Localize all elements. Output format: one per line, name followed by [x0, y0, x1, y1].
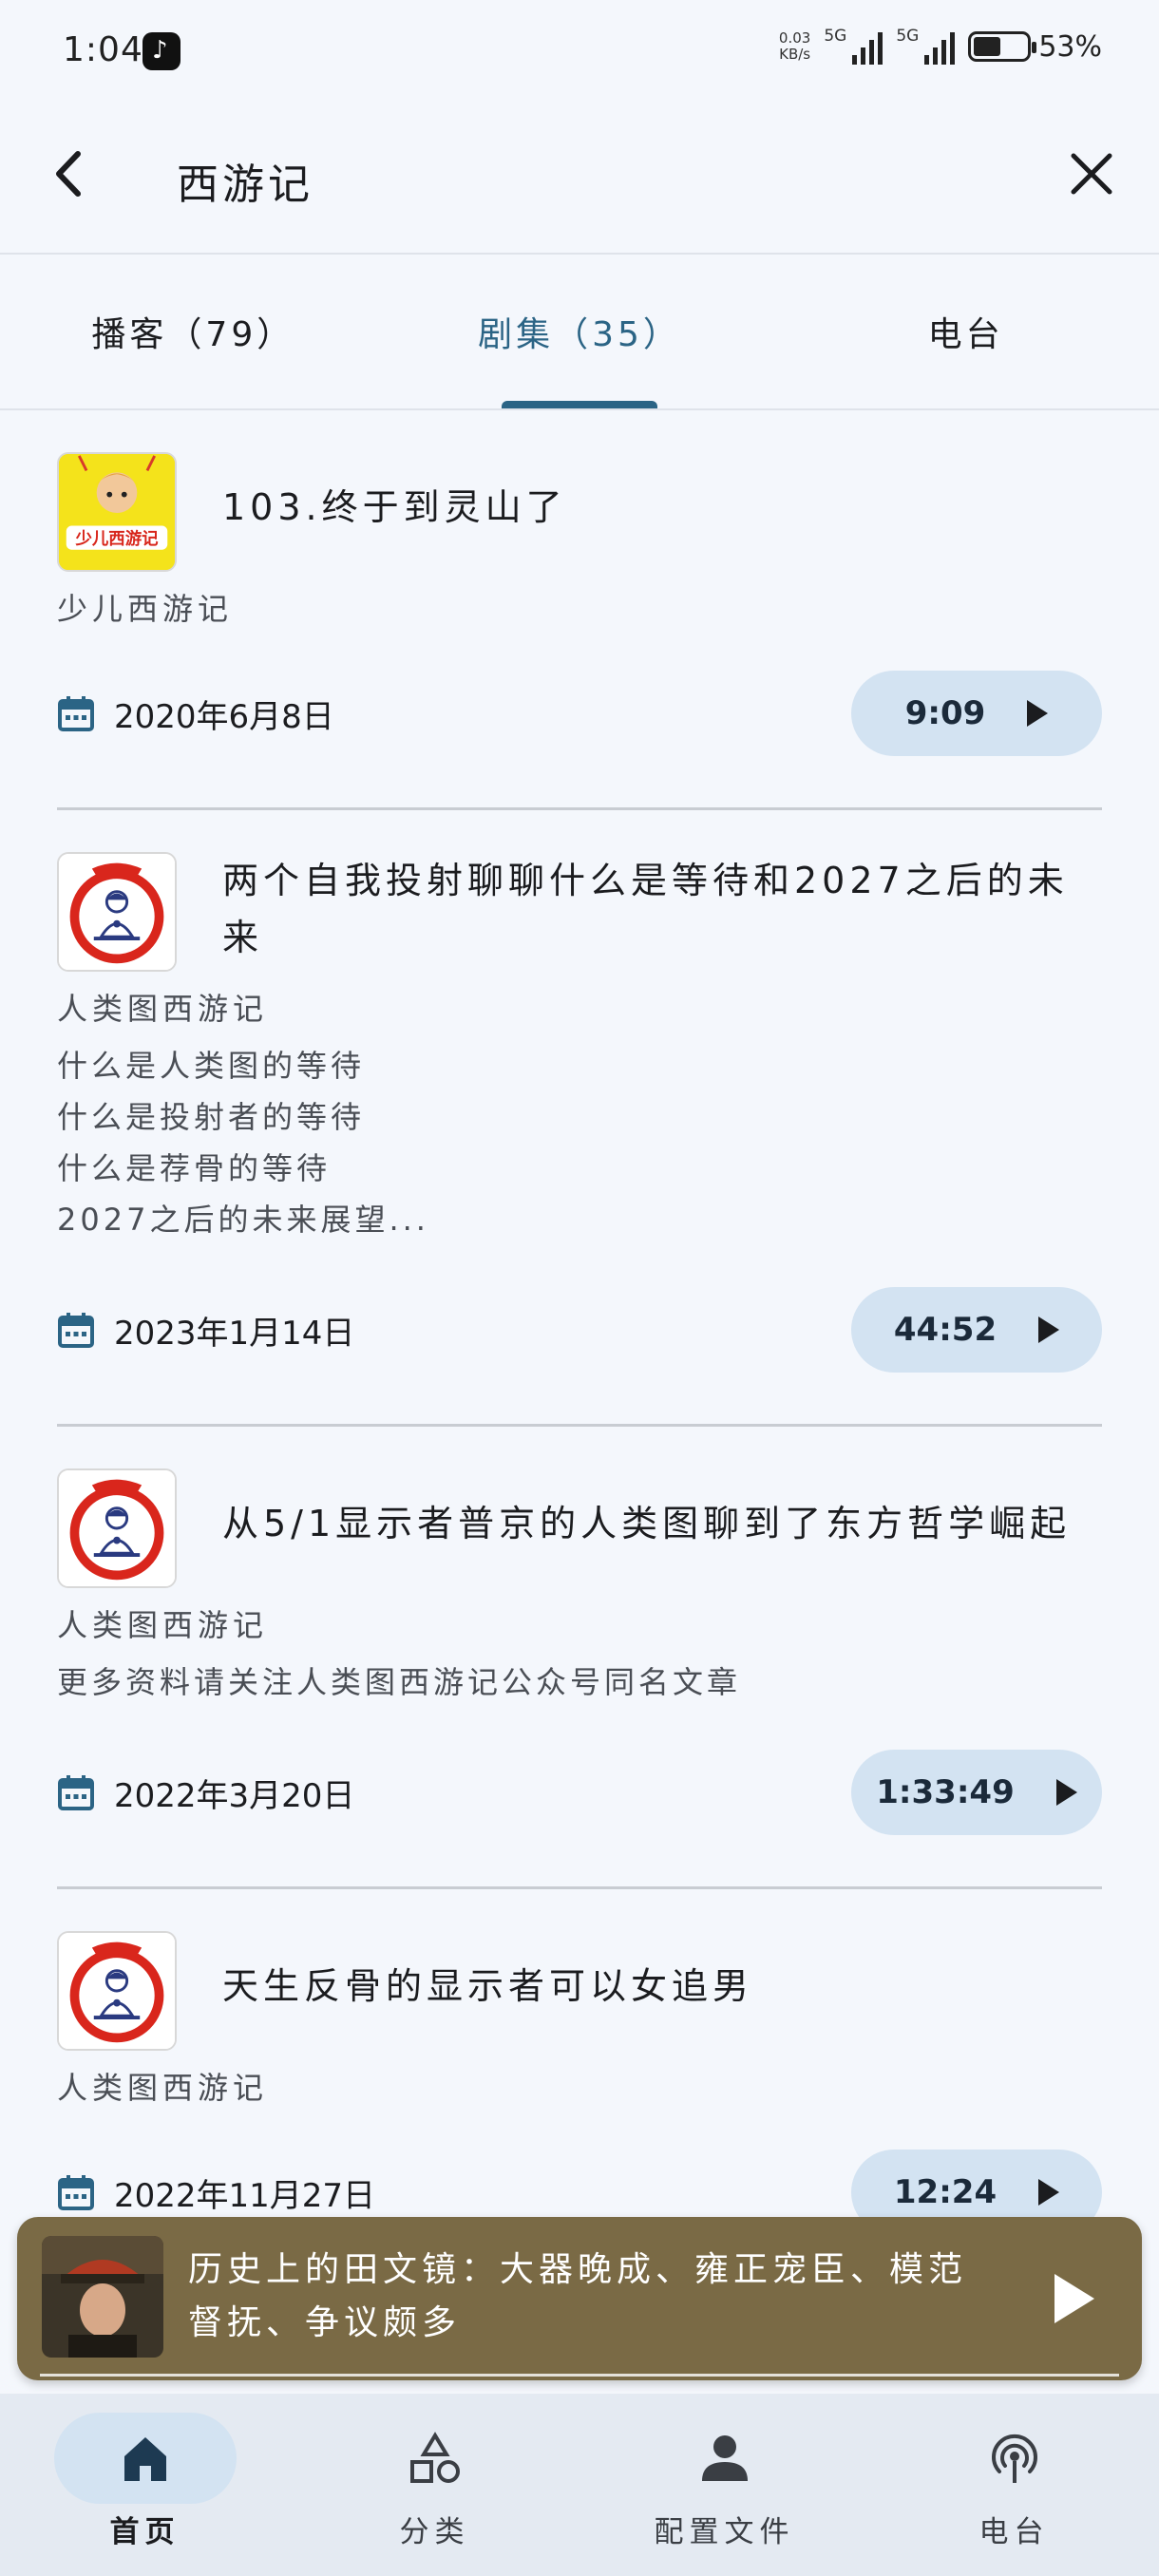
calendar-icon: [58, 696, 94, 731]
episode-item[interactable]: 两个自我投射聊聊什么是等待和2027之后的未来 人类图西游记 什么是人类图的等待…: [57, 810, 1102, 1427]
episode-date: 2022年11月27日: [57, 2169, 375, 2216]
podcast-name: 人类图西游记: [57, 991, 269, 1027]
nav-categories[interactable]: 分类: [290, 2394, 580, 2576]
playback-progress-bar: [40, 2374, 1119, 2377]
tab-episodes[interactable]: 剧集（35）: [387, 255, 773, 408]
episode-description: 什么是人类图的等待 什么是投射者的等待 什么是荐骨的等待 2027之后的未来展望…: [57, 1048, 429, 1238]
signal-icon: 5G: [824, 27, 884, 65]
play-icon: [1038, 2179, 1060, 2206]
play-episode-button[interactable]: 1:33:49: [851, 1750, 1102, 1835]
mini-play-button[interactable]: [1041, 2268, 1102, 2329]
svg-text:少儿西游记: 少儿西游记: [74, 529, 159, 549]
close-icon: [1071, 153, 1112, 195]
close-button[interactable]: [1058, 141, 1125, 207]
episode-duration: 12:24: [893, 2173, 998, 2211]
calendar-icon: [58, 2175, 94, 2210]
status-time: 1:04: [63, 30, 143, 69]
play-episode-button[interactable]: 44:52: [851, 1287, 1102, 1373]
home-icon: [124, 2437, 166, 2481]
episode-title: 天生反骨的显示者可以女追男: [222, 1965, 754, 2007]
episode-description: 更多资料请关注人类图西游记公众号同名文章: [57, 1664, 742, 1700]
episode-date: 2020年6月8日: [57, 691, 334, 737]
now-playing-artwork: [42, 2236, 163, 2358]
battery-icon: 53%: [968, 30, 1102, 64]
back-button[interactable]: [38, 141, 104, 207]
mini-player[interactable]: 历史上的田文镜：大器晚成、雍正宠臣、模范督抚、争议颇多: [17, 2217, 1142, 2380]
calendar-icon: [58, 1313, 94, 1348]
podcast-cover-image: 少儿西游记: [57, 452, 177, 572]
result-tabs: 播客（79） 剧集（35） 电台: [0, 255, 1159, 408]
person-icon: [701, 2435, 748, 2481]
episode-duration: 44:52: [893, 1311, 998, 1349]
podcast-name: 人类图西游记: [57, 1607, 269, 1643]
play-icon: [1027, 700, 1049, 727]
tiktok-notification-icon: [142, 32, 180, 70]
episode-item[interactable]: 少儿西游记 103.终于到灵山了 少儿西游记 2020年6月8日 9:09: [57, 410, 1102, 810]
play-episode-button[interactable]: 9:09: [851, 671, 1102, 756]
nav-profile[interactable]: 配置文件: [580, 2394, 869, 2576]
podcast-name: 人类图西游记: [57, 2070, 269, 2106]
active-tab-indicator: [502, 401, 657, 408]
shapes-icon: [409, 2432, 460, 2483]
chevron-left-icon: [56, 151, 81, 197]
radio-icon: [991, 2434, 1037, 2483]
now-playing-title: 历史上的田文镜：大器晚成、雍正宠臣、模范督抚、争议颇多: [188, 2250, 968, 2342]
play-icon: [1054, 2274, 1094, 2323]
episode-title: 从5/1显示者普京的人类图聊到了东方哲学崛起: [222, 1503, 1072, 1544]
signal-icon: 5G: [896, 27, 956, 65]
episode-duration: 1:33:49: [876, 1773, 1015, 1811]
episode-date: 2023年1月14日: [57, 1307, 354, 1354]
episode-duration: 9:09: [904, 694, 986, 732]
nav-radio[interactable]: 电台: [869, 2394, 1159, 2576]
battery-level: 53%: [1038, 29, 1102, 64]
network-speed: 0.03 KB/s: [778, 29, 811, 63]
search-query-title[interactable]: 西游记: [177, 150, 314, 211]
play-icon: [1038, 1316, 1060, 1343]
status-bar: 1:04 0.03 KB/s 5G 5G 53%: [0, 0, 1159, 104]
tab-radio[interactable]: 电台: [772, 255, 1159, 408]
tab-podcasts[interactable]: 播客（79）: [0, 255, 387, 408]
bottom-navigation: 首页 分类 配置文件 电台: [0, 2394, 1159, 2576]
play-icon: [1055, 1779, 1077, 1806]
episode-title: 103.终于到灵山了: [222, 486, 567, 528]
nav-home[interactable]: 首页: [0, 2394, 290, 2576]
episode-item[interactable]: 天生反骨的显示者可以女追男 人类图西游记 2022年11月27日 12:24: [57, 1889, 1102, 2235]
podcast-cover-image: [57, 1468, 177, 1588]
podcast-cover-image: [57, 852, 177, 972]
calendar-icon: [58, 1775, 94, 1810]
status-indicators: 0.03 KB/s 5G 5G 53%: [778, 27, 1102, 65]
podcast-name: 少儿西游记: [57, 591, 234, 627]
episode-list[interactable]: 少儿西游记 103.终于到灵山了 少儿西游记 2020年6月8日 9:09 两个…: [0, 410, 1159, 2394]
episode-date: 2022年3月20日: [57, 1770, 354, 1816]
episode-title: 两个自我投射聊聊什么是等待和2027之后的未来: [222, 860, 1069, 958]
search-header: 西游记: [0, 104, 1159, 253]
episode-item[interactable]: 从5/1显示者普京的人类图聊到了东方哲学崛起 人类图西游记 更多资料请关注人类图…: [57, 1427, 1102, 1889]
podcast-cover-image: [57, 1931, 177, 2051]
